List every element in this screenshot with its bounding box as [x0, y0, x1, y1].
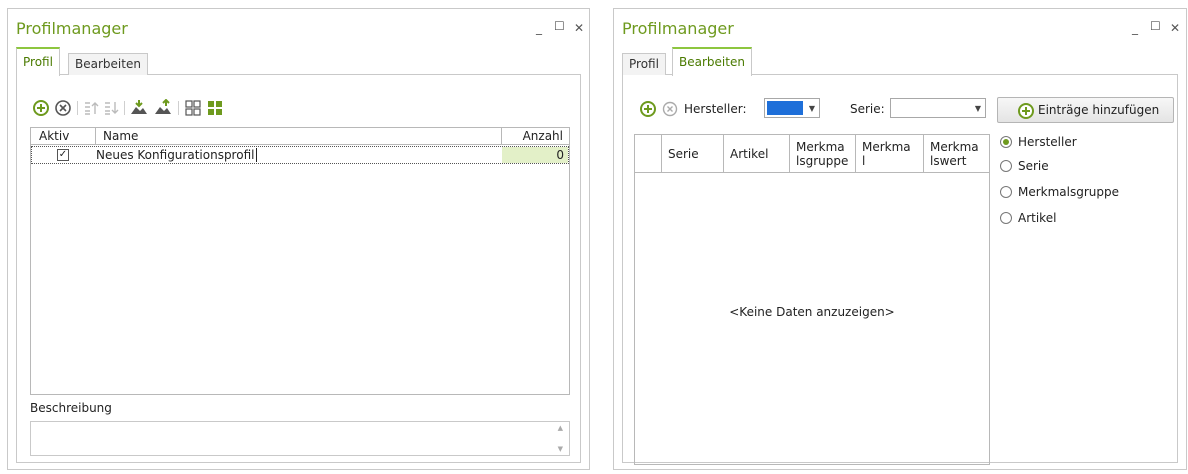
tab-profil[interactable]: Profil: [622, 53, 666, 75]
radio-artikel[interactable]: Artikel: [1000, 211, 1160, 227]
profilmanager-window-bearbeiten: Profilmanager _ ☐ ✕ Profil Bearbeiten He…: [613, 8, 1187, 470]
hersteller-selection: [767, 101, 803, 115]
radio-circle[interactable]: [1000, 136, 1012, 148]
radio-label: Serie: [1018, 159, 1049, 173]
profile-name-cell[interactable]: Neues Konfigurationsprofil: [96, 148, 254, 162]
minimize-icon[interactable]: _: [1132, 21, 1138, 35]
scroll-up-icon[interactable]: ▲: [558, 424, 563, 432]
profilmanager-window-profil: Profilmanager _ ☐ ✕ Profil Bearbeiten Ak…: [7, 8, 590, 470]
grid-header: Serie Artikel Merkma lsgruppe Merkma l M…: [635, 135, 989, 173]
radio-label: Merkmalsgruppe: [1018, 185, 1120, 199]
hersteller-combo[interactable]: ▼: [764, 98, 820, 118]
table-row[interactable]: ✓ Neues Konfigurationsprofil 0: [31, 146, 569, 164]
radio-hersteller[interactable]: Hersteller: [1000, 135, 1160, 151]
scroll-down-icon[interactable]: ▼: [558, 445, 563, 453]
remove-icon: [662, 101, 678, 117]
window-title: Profilmanager: [16, 19, 128, 38]
window-title: Profilmanager: [622, 19, 734, 38]
description-textarea[interactable]: ▲ ▼: [30, 421, 570, 456]
sort-down-icon[interactable]: [103, 100, 119, 116]
radio-serie[interactable]: Serie: [1000, 159, 1160, 175]
entries-grid: Serie Artikel Merkma lsgruppe Merkma l M…: [634, 134, 990, 465]
radio-circle[interactable]: [1000, 212, 1012, 224]
text-cursor: [256, 148, 257, 162]
import-icon[interactable]: [130, 99, 148, 115]
toolbar-separator: [178, 101, 179, 115]
export-icon[interactable]: [154, 99, 172, 115]
add-icon: [1018, 103, 1034, 119]
radio-circle[interactable]: [1000, 160, 1012, 172]
column-aktiv[interactable]: Aktiv: [39, 129, 69, 143]
collapse-all-icon[interactable]: [185, 100, 201, 116]
expand-all-icon[interactable]: [207, 100, 223, 116]
column-serie[interactable]: Serie: [661, 135, 723, 173]
tab-bearbeiten[interactable]: Bearbeiten: [672, 47, 752, 76]
radio-circle[interactable]: [1000, 186, 1012, 198]
serie-combo[interactable]: ▼: [890, 98, 986, 118]
empty-grid-message: <Keine Daten anzuzeigen>: [729, 305, 895, 319]
column-separator: [501, 128, 502, 145]
radio-label: Hersteller: [1018, 135, 1077, 149]
add-icon[interactable]: [640, 101, 656, 117]
add-icon[interactable]: [33, 100, 49, 116]
column-anzahl[interactable]: Anzahl: [523, 129, 563, 143]
chevron-down-icon[interactable]: ▼: [975, 104, 981, 113]
toolbar-separator: [124, 101, 125, 115]
description-label: Beschreibung: [30, 401, 112, 415]
tab-bearbeiten[interactable]: Bearbeiten: [68, 53, 148, 75]
radio-label: Artikel: [1018, 211, 1057, 225]
minimize-icon[interactable]: _: [536, 21, 542, 35]
remove-icon[interactable]: [55, 100, 71, 116]
toolbar-separator: [77, 101, 78, 115]
radio-merkmalsgruppe[interactable]: Merkmalsgruppe: [1000, 185, 1160, 201]
tab-bar: Profil Bearbeiten: [622, 47, 1178, 76]
maximize-icon[interactable]: ☐: [1150, 19, 1161, 33]
grid-header: Aktiv Name Anzahl: [31, 128, 569, 145]
tab-bar: Profil Bearbeiten: [16, 47, 581, 76]
active-checkbox[interactable]: ✓: [57, 149, 69, 161]
add-entries-button[interactable]: Einträge hinzufügen: [997, 97, 1174, 123]
hersteller-label: Hersteller:: [684, 102, 747, 116]
column-separator: [95, 128, 96, 145]
profile-count-cell: 0: [556, 148, 564, 162]
column-artikel[interactable]: Artikel: [723, 135, 789, 173]
chevron-down-icon[interactable]: ▼: [809, 104, 815, 113]
column-merkmalsgruppe[interactable]: Merkma lsgruppe: [789, 135, 855, 173]
tab-profil[interactable]: Profil: [16, 47, 60, 76]
close-icon[interactable]: ✕: [574, 21, 584, 35]
profile-grid: Aktiv Name Anzahl ✓ Neues Konfigurations…: [30, 127, 570, 395]
column-merkmal[interactable]: Merkma l: [855, 135, 923, 173]
serie-label: Serie:: [850, 102, 885, 116]
add-entries-label: Einträge hinzufügen: [1038, 103, 1160, 117]
sort-up-icon[interactable]: [83, 100, 99, 116]
column-name[interactable]: Name: [103, 129, 138, 143]
column-merkmalswert[interactable]: Merkma lswert: [923, 135, 991, 173]
close-icon[interactable]: ✕: [1170, 21, 1180, 35]
maximize-icon[interactable]: ☐: [554, 19, 565, 33]
